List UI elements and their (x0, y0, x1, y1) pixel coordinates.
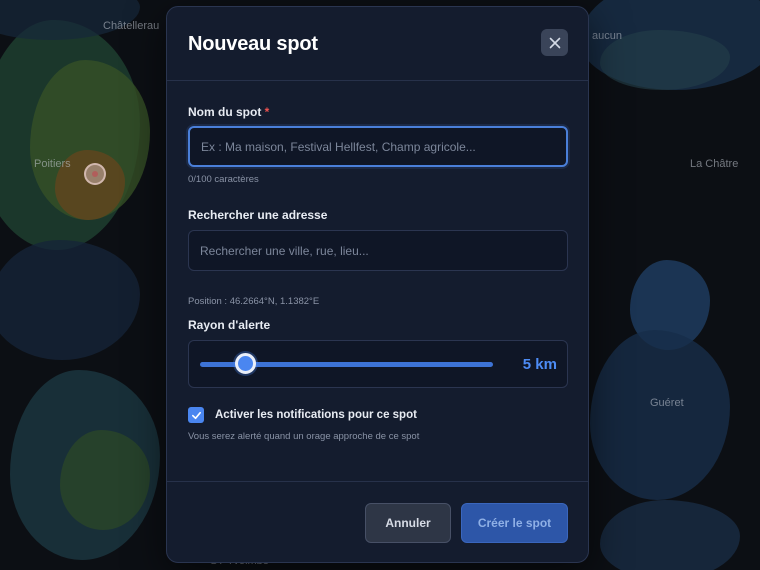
dialog-header: Nouveau spot (167, 7, 588, 81)
create-spot-button[interactable]: Créer le spot (461, 503, 568, 543)
position-text: Position : 46.2664°N, 1.1382°E (188, 296, 320, 307)
radius-slider-thumb[interactable] (235, 353, 257, 374)
notifications-checkbox[interactable] (188, 407, 204, 423)
radius-slider-container: 5 km (188, 340, 568, 388)
new-spot-dialog: Nouveau spot Nom du spot * 0/100 caractè… (166, 6, 589, 563)
required-mark: * (264, 105, 270, 119)
location-marker-icon[interactable] (84, 163, 106, 185)
map-label-chatellerault: Châtellerau (103, 20, 160, 32)
address-search-input[interactable] (188, 230, 568, 271)
map-label-top-right: aucun (592, 30, 622, 42)
radius-label: Rayon d'alerte (188, 318, 271, 332)
map-label-poitiers: Poitiers (34, 158, 71, 170)
close-button[interactable] (541, 29, 568, 56)
spot-name-input[interactable] (188, 126, 568, 167)
cancel-button[interactable]: Annuler (365, 503, 451, 543)
spot-name-label-text: Nom du spot (188, 105, 262, 119)
map-label-la-chatre: La Châtre (690, 158, 739, 170)
char-count: 0/100 caractères (188, 174, 259, 185)
footer-divider (167, 481, 588, 482)
notifications-hint: Vous serez alerté quand un orage approch… (188, 431, 420, 442)
checkmark-icon (191, 411, 201, 419)
radius-value: 5 km (522, 356, 557, 373)
dialog-title: Nouveau spot (188, 33, 318, 55)
address-label: Rechercher une adresse (188, 208, 328, 222)
close-icon (549, 37, 560, 48)
map-label-gueret: Guéret (650, 397, 684, 409)
notifications-label[interactable]: Activer les notifications pour ce spot (215, 409, 417, 421)
spot-name-label: Nom du spot * (188, 105, 269, 119)
